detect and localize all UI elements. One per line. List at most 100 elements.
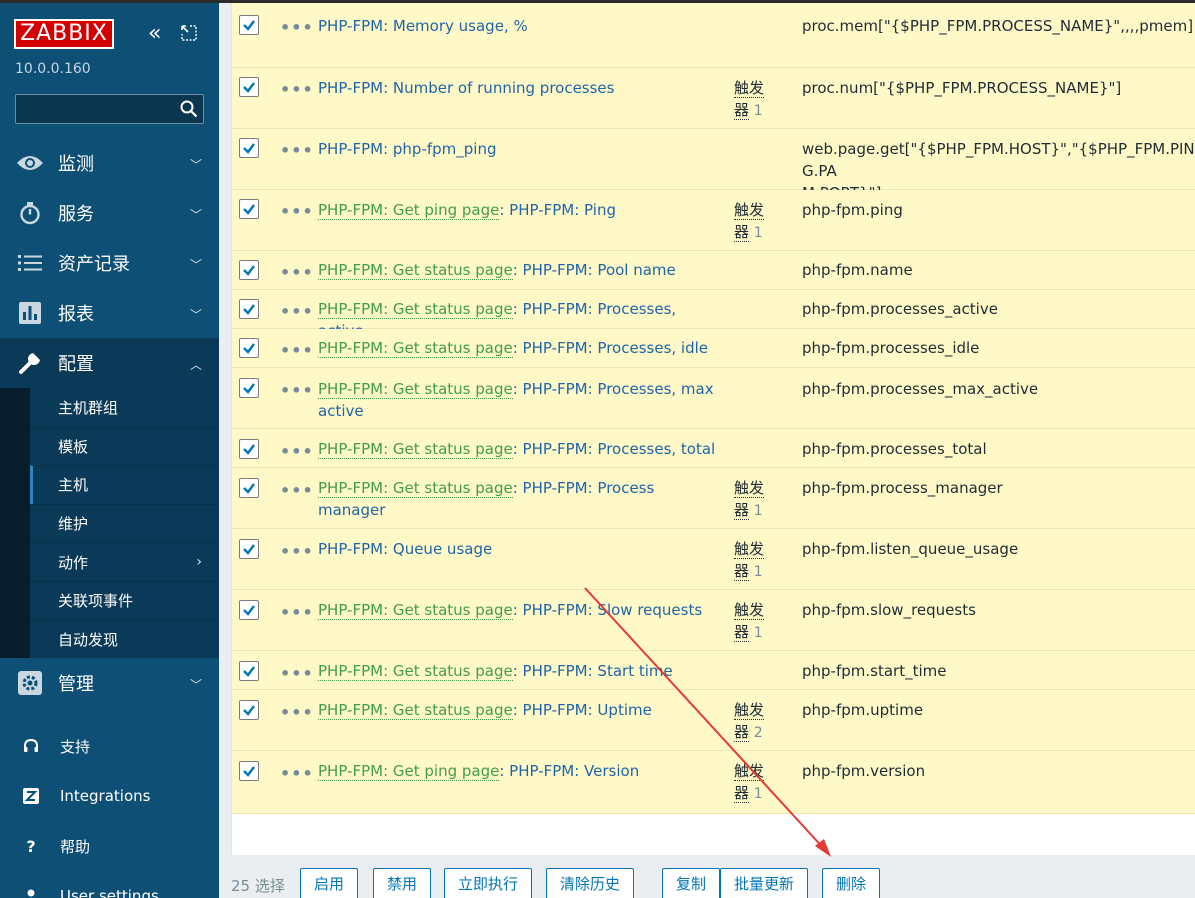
master-item-link[interactable]: PHP-FPM: Get status page bbox=[318, 440, 513, 459]
row-checkbox[interactable] bbox=[239, 700, 259, 720]
wrench-icon bbox=[15, 351, 45, 375]
triggers-cell: 触发器 1 bbox=[734, 599, 774, 644]
copy-button[interactable]: 复制 bbox=[662, 868, 721, 898]
row-checkbox[interactable] bbox=[239, 761, 259, 781]
more-options-icon[interactable]: ••• bbox=[280, 143, 314, 159]
item-name-link[interactable]: PHP-FPM: Queue usage bbox=[318, 540, 492, 558]
more-options-icon[interactable]: ••• bbox=[280, 766, 314, 782]
execute-now-button[interactable]: 立即执行 bbox=[444, 868, 533, 898]
master-item-link[interactable]: PHP-FPM: Get status page bbox=[318, 479, 513, 498]
more-options-icon[interactable]: ••• bbox=[280, 383, 314, 399]
item-name-link[interactable]: PHP-FPM: Memory usage, % bbox=[318, 17, 528, 35]
configuration-submenu: 主机群组 模板 主机 维护 动作 › 关联项事件 自动发现 bbox=[0, 388, 219, 659]
submenu-discovery[interactable]: 自动发现 bbox=[30, 619, 219, 659]
item-name-link[interactable]: PHP-FPM: Pool name bbox=[523, 261, 676, 279]
more-options-icon[interactable]: ••• bbox=[280, 343, 314, 359]
delete-button[interactable]: 删除 bbox=[822, 868, 881, 898]
checkmark-icon bbox=[243, 605, 255, 616]
collapse-sidebar-icon[interactable]: « bbox=[148, 22, 161, 46]
row-checkbox[interactable] bbox=[239, 439, 259, 459]
item-key: php-fpm.listen_queue_usage bbox=[802, 540, 1019, 558]
submenu-maintenance[interactable]: 维护 bbox=[30, 503, 219, 543]
master-item-link[interactable]: PHP-FPM: Get status page bbox=[318, 261, 513, 280]
submenu-templates[interactable]: 模板 bbox=[30, 426, 219, 466]
item-name-link[interactable]: PHP-FPM: Processes, total bbox=[523, 440, 716, 458]
row-checkbox[interactable] bbox=[239, 260, 259, 280]
row-checkbox[interactable] bbox=[239, 378, 259, 398]
nav-administration[interactable]: 管理 ﹀ bbox=[0, 658, 219, 708]
item-name: PHP-FPM: php-fpm_ping bbox=[318, 138, 718, 160]
item-name-link[interactable]: PHP-FPM: Slow requests bbox=[523, 601, 703, 619]
item-key: proc.mem["{$PHP_FPM.PROCESS_NAME}",,,,pm… bbox=[802, 17, 1194, 35]
master-item-link[interactable]: PHP-FPM: Get status page bbox=[318, 601, 513, 620]
nav-label: 支持 bbox=[60, 737, 91, 756]
item-name-link[interactable]: PHP-FPM: Ping bbox=[509, 201, 616, 219]
item-name-link[interactable]: PHP-FPM: php-fpm_ping bbox=[318, 140, 496, 158]
item-name-link[interactable]: PHP-FPM: Start time bbox=[523, 662, 673, 680]
nav-integrations[interactable]: Integrations bbox=[0, 771, 219, 821]
master-item-link[interactable]: PHP-FPM: Get status page bbox=[318, 300, 513, 319]
row-checkbox[interactable] bbox=[239, 15, 259, 35]
nav-services[interactable]: 服务 ﹀ bbox=[0, 188, 219, 238]
row-checkbox[interactable] bbox=[239, 338, 259, 358]
more-options-icon[interactable]: ••• bbox=[280, 705, 314, 721]
row-checkbox[interactable] bbox=[239, 661, 259, 681]
search-input[interactable] bbox=[16, 95, 176, 123]
table-row: ••• PHP-FPM: Get status page: PHP-FPM: P… bbox=[232, 290, 1195, 340]
master-item-link[interactable]: PHP-FPM: Get status page bbox=[318, 339, 513, 358]
item-key: proc.num["{$PHP_FPM.PROCESS_NAME}"] bbox=[802, 79, 1122, 97]
more-options-icon[interactable]: ••• bbox=[280, 483, 314, 499]
row-checkbox[interactable] bbox=[239, 478, 259, 498]
enable-button[interactable]: 启用 bbox=[300, 868, 359, 898]
master-item-link[interactable]: PHP-FPM: Get status page bbox=[318, 662, 513, 681]
master-item-link[interactable]: PHP-FPM: Get ping page bbox=[318, 201, 500, 220]
nav-reports[interactable]: 报表 ﹀ bbox=[0, 288, 219, 338]
row-checkbox[interactable] bbox=[239, 199, 259, 219]
submenu-hosts[interactable]: 主机 bbox=[30, 465, 219, 504]
submenu-actions[interactable]: 动作 › bbox=[30, 542, 219, 581]
search-icon[interactable] bbox=[180, 100, 198, 118]
nav-configuration[interactable]: 配置 ︿ bbox=[0, 338, 219, 388]
chevron-down-icon: ﹀ bbox=[189, 158, 202, 172]
more-options-icon[interactable]: ••• bbox=[280, 605, 314, 621]
master-item-link[interactable]: PHP-FPM: Get status page bbox=[318, 380, 513, 399]
nav-help[interactable]: ? 帮助 bbox=[0, 821, 219, 871]
nav-inventory[interactable]: 资产记录 ﹀ bbox=[0, 238, 219, 288]
row-checkbox[interactable] bbox=[239, 539, 259, 559]
row-checkbox[interactable] bbox=[239, 600, 259, 620]
more-options-icon[interactable]: ••• bbox=[280, 304, 314, 320]
more-options-icon[interactable]: ••• bbox=[280, 666, 314, 682]
item-name-link[interactable]: PHP-FPM: Processes, idle bbox=[523, 339, 708, 357]
mass-update-button[interactable]: 批量更新 bbox=[720, 868, 809, 898]
zabbix-logo[interactable]: ZABBIX bbox=[14, 19, 114, 49]
submenu-host-groups[interactable]: 主机群组 bbox=[30, 388, 219, 427]
clear-history-button[interactable]: 清除历史 bbox=[546, 868, 635, 898]
item-name-link[interactable]: PHP-FPM: Uptime bbox=[523, 701, 652, 719]
row-checkbox[interactable] bbox=[239, 77, 259, 97]
table-row: ••• PHP-FPM: Memory usage, % proc.mem["{… bbox=[232, 3, 1195, 68]
row-checkbox[interactable] bbox=[239, 299, 259, 319]
submenu-event-correlation[interactable]: 关联项事件 bbox=[30, 580, 219, 620]
user-icon bbox=[19, 888, 43, 898]
more-options-icon[interactable]: ••• bbox=[280, 20, 314, 36]
disable-button[interactable]: 禁用 bbox=[373, 868, 432, 898]
item-name: PHP-FPM: Get status page: PHP-FPM: Start… bbox=[318, 662, 673, 681]
master-item-link[interactable]: PHP-FPM: Get status page bbox=[318, 701, 513, 720]
more-options-icon[interactable]: ••• bbox=[280, 82, 314, 98]
kiosk-mode-icon[interactable] bbox=[181, 25, 197, 41]
master-item-link[interactable]: PHP-FPM: Get ping page bbox=[318, 762, 500, 781]
more-options-icon[interactable]: ••• bbox=[280, 204, 314, 220]
checkmark-icon bbox=[243, 265, 255, 276]
more-options-icon[interactable]: ••• bbox=[280, 444, 314, 460]
more-options-icon[interactable]: ••• bbox=[280, 265, 314, 281]
nav-monitoring[interactable]: 监测 ﹀ bbox=[0, 138, 219, 188]
item-name-link[interactable]: PHP-FPM: Version bbox=[509, 762, 639, 780]
nav-support[interactable]: 支持 bbox=[0, 721, 219, 771]
more-options-icon[interactable]: ••• bbox=[280, 544, 314, 560]
trigger-count: 1 bbox=[753, 564, 763, 580]
triggers-cell: 触发器 1 bbox=[734, 477, 774, 522]
nav-label: Integrations bbox=[60, 787, 151, 805]
item-name-link[interactable]: PHP-FPM: Number of running processes bbox=[318, 79, 614, 97]
row-checkbox[interactable] bbox=[239, 138, 259, 158]
nav-user-settings[interactable]: User settings bbox=[0, 871, 219, 898]
